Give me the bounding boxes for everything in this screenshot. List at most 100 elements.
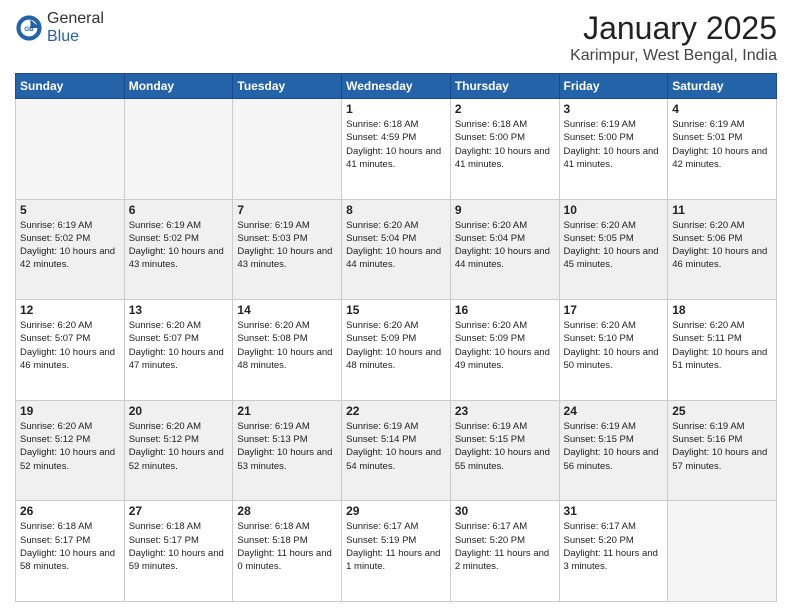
calendar-cell: 25 Sunrise: 6:19 AM Sunset: 5:16 PM Dayli… [668,400,777,501]
day-number: 5 [20,203,120,217]
calendar-cell: 7 Sunrise: 6:19 AM Sunset: 5:03 PM Daylig… [233,199,342,300]
day-number: 9 [455,203,555,217]
svg-text:GB: GB [24,26,34,33]
day-info: Sunrise: 6:20 AM Sunset: 5:05 PM Dayligh… [564,219,664,272]
month-title: January 2025 [570,10,777,47]
day-info: Sunrise: 6:18 AM Sunset: 5:18 PM Dayligh… [237,520,337,573]
day-info: Sunrise: 6:17 AM Sunset: 5:20 PM Dayligh… [564,520,664,573]
week-row-5: 26Sunrise: 6:18 AM Sunset: 5:17 PM Dayli… [16,501,777,602]
calendar-cell: 8Sunrise: 6:20 AM Sunset: 5:04 PM Daylig… [342,199,451,300]
calendar-cell: 12 Sunrise: 6:20 AM Sunset: 5:07 PM Dayli… [16,300,125,401]
calendar-cell: 23 Sunrise: 6:19 AM Sunset: 5:15 PM Dayli… [450,400,559,501]
calendar-cell: 28Sunrise: 6:18 AM Sunset: 5:18 PM Dayli… [233,501,342,602]
day-info: Sunrise: 6:18 AM Sunset: 5:00 PM Dayligh… [455,118,555,171]
day-number: 12 [20,303,120,317]
week-row-4: 19 Sunrise: 6:20 AM Sunset: 5:12 PM Dayli… [16,400,777,501]
calendar-cell: 15 Sunrise: 6:20 AM Sunset: 5:09 PM Dayli… [342,300,451,401]
day-info: Sunrise: 6:19 AM Sunset: 5:00 PM Dayligh… [564,118,664,171]
day-info: Sunrise: 6:17 AM Sunset: 5:19 PM Dayligh… [346,520,446,573]
day-info: Sunrise: 6:20 AM Sunset: 5:10 PM Dayligh… [564,319,664,372]
day-number: 14 [237,303,337,317]
day-info: Sunrise: 6:18 AM Sunset: 5:17 PM Dayligh… [129,520,229,573]
weekday-header-thursday: Thursday [450,74,559,99]
calendar-cell: 30Sunrise: 6:17 AM Sunset: 5:20 PM Dayli… [450,501,559,602]
weekday-header-monday: Monday [124,74,233,99]
calendar-cell: 17 Sunrise: 6:20 AM Sunset: 5:10 PM Dayli… [559,300,668,401]
calendar-cell: 4Sunrise: 6:19 AM Sunset: 5:01 PM Daylig… [668,99,777,200]
logo-blue: Blue [47,28,79,45]
day-info: Sunrise: 6:18 AM Sunset: 4:59 PM Dayligh… [346,118,446,171]
calendar-cell: 9 Sunrise: 6:20 AM Sunset: 5:04 PM Daylig… [450,199,559,300]
weekday-header-row: SundayMondayTuesdayWednesdayThursdayFrid… [16,74,777,99]
day-info: Sunrise: 6:20 AM Sunset: 5:12 PM Dayligh… [20,420,120,473]
calendar-cell: 2Sunrise: 6:18 AM Sunset: 5:00 PM Daylig… [450,99,559,200]
day-info: Sunrise: 6:18 AM Sunset: 5:17 PM Dayligh… [20,520,120,573]
calendar-cell: 20Sunrise: 6:20 AM Sunset: 5:12 PM Dayli… [124,400,233,501]
day-number: 27 [129,504,229,518]
day-info: Sunrise: 6:19 AM Sunset: 5:02 PM Dayligh… [20,219,120,272]
calendar-cell [124,99,233,200]
calendar-cell [233,99,342,200]
day-number: 19 [20,404,120,418]
location-title: Karimpur, West Bengal, India [570,47,777,65]
day-info: Sunrise: 6:20 AM Sunset: 5:06 PM Dayligh… [672,219,772,272]
day-number: 24 [564,404,664,418]
title-block: January 2025 Karimpur, West Bengal, Indi… [570,10,777,65]
day-info: Sunrise: 6:20 AM Sunset: 5:07 PM Dayligh… [20,319,120,372]
day-info: Sunrise: 6:19 AM Sunset: 5:03 PM Dayligh… [237,219,337,272]
day-number: 11 [672,203,772,217]
day-info: Sunrise: 6:20 AM Sunset: 5:04 PM Dayligh… [346,219,446,272]
calendar-cell [668,501,777,602]
calendar-cell: 29 Sunrise: 6:17 AM Sunset: 5:19 PM Dayli… [342,501,451,602]
day-number: 18 [672,303,772,317]
calendar-cell: 13Sunrise: 6:20 AM Sunset: 5:07 PM Dayli… [124,300,233,401]
day-number: 15 [346,303,446,317]
day-info: Sunrise: 6:20 AM Sunset: 5:09 PM Dayligh… [455,319,555,372]
day-number: 13 [129,303,229,317]
calendar-cell: 21Sunrise: 6:19 AM Sunset: 5:13 PM Dayli… [233,400,342,501]
weekday-header-sunday: Sunday [16,74,125,99]
day-number: 29 [346,504,446,518]
week-row-2: 5 Sunrise: 6:19 AM Sunset: 5:02 PM Daylig… [16,199,777,300]
calendar-cell: 19 Sunrise: 6:20 AM Sunset: 5:12 PM Dayli… [16,400,125,501]
logo: GB General Blue [15,10,104,46]
day-number: 31 [564,504,664,518]
day-info: Sunrise: 6:19 AM Sunset: 5:15 PM Dayligh… [455,420,555,473]
day-info: Sunrise: 6:19 AM Sunset: 5:14 PM Dayligh… [346,420,446,473]
day-number: 7 [237,203,337,217]
day-number: 10 [564,203,664,217]
calendar-cell: 11 Sunrise: 6:20 AM Sunset: 5:06 PM Dayli… [668,199,777,300]
day-number: 25 [672,404,772,418]
calendar-cell: 5 Sunrise: 6:19 AM Sunset: 5:02 PM Daylig… [16,199,125,300]
day-number: 1 [346,102,446,116]
weekday-header-saturday: Saturday [668,74,777,99]
day-number: 17 [564,303,664,317]
day-info: Sunrise: 6:20 AM Sunset: 5:08 PM Dayligh… [237,319,337,372]
day-info: Sunrise: 6:19 AM Sunset: 5:16 PM Dayligh… [672,420,772,473]
day-info: Sunrise: 6:19 AM Sunset: 5:13 PM Dayligh… [237,420,337,473]
page: GB General Blue January 2025 Karimpur, W… [0,0,792,612]
day-info: Sunrise: 6:19 AM Sunset: 5:02 PM Dayligh… [129,219,229,272]
calendar-cell: 31 Sunrise: 6:17 AM Sunset: 5:20 PM Dayli… [559,501,668,602]
logo-icon: GB [15,14,43,42]
day-info: Sunrise: 6:17 AM Sunset: 5:20 PM Dayligh… [455,520,555,573]
calendar-cell: 16Sunrise: 6:20 AM Sunset: 5:09 PM Dayli… [450,300,559,401]
calendar-cell: 27 Sunrise: 6:18 AM Sunset: 5:17 PM Dayli… [124,501,233,602]
calendar-cell: 6 Sunrise: 6:19 AM Sunset: 5:02 PM Daylig… [124,199,233,300]
day-number: 22 [346,404,446,418]
day-info: Sunrise: 6:20 AM Sunset: 5:04 PM Dayligh… [455,219,555,272]
calendar-cell: 26Sunrise: 6:18 AM Sunset: 5:17 PM Dayli… [16,501,125,602]
day-number: 6 [129,203,229,217]
week-row-1: 1 Sunrise: 6:18 AM Sunset: 4:59 PM Daylig… [16,99,777,200]
calendar-cell: 22 Sunrise: 6:19 AM Sunset: 5:14 PM Dayli… [342,400,451,501]
calendar-cell: 18 Sunrise: 6:20 AM Sunset: 5:11 PM Dayli… [668,300,777,401]
day-info: Sunrise: 6:19 AM Sunset: 5:15 PM Dayligh… [564,420,664,473]
day-number: 23 [455,404,555,418]
day-number: 20 [129,404,229,418]
weekday-header-friday: Friday [559,74,668,99]
calendar-cell: 10 Sunrise: 6:20 AM Sunset: 5:05 PM Dayli… [559,199,668,300]
calendar: SundayMondayTuesdayWednesdayThursdayFrid… [15,73,777,602]
header: GB General Blue January 2025 Karimpur, W… [15,10,777,65]
day-info: Sunrise: 6:20 AM Sunset: 5:11 PM Dayligh… [672,319,772,372]
day-info: Sunrise: 6:20 AM Sunset: 5:09 PM Dayligh… [346,319,446,372]
